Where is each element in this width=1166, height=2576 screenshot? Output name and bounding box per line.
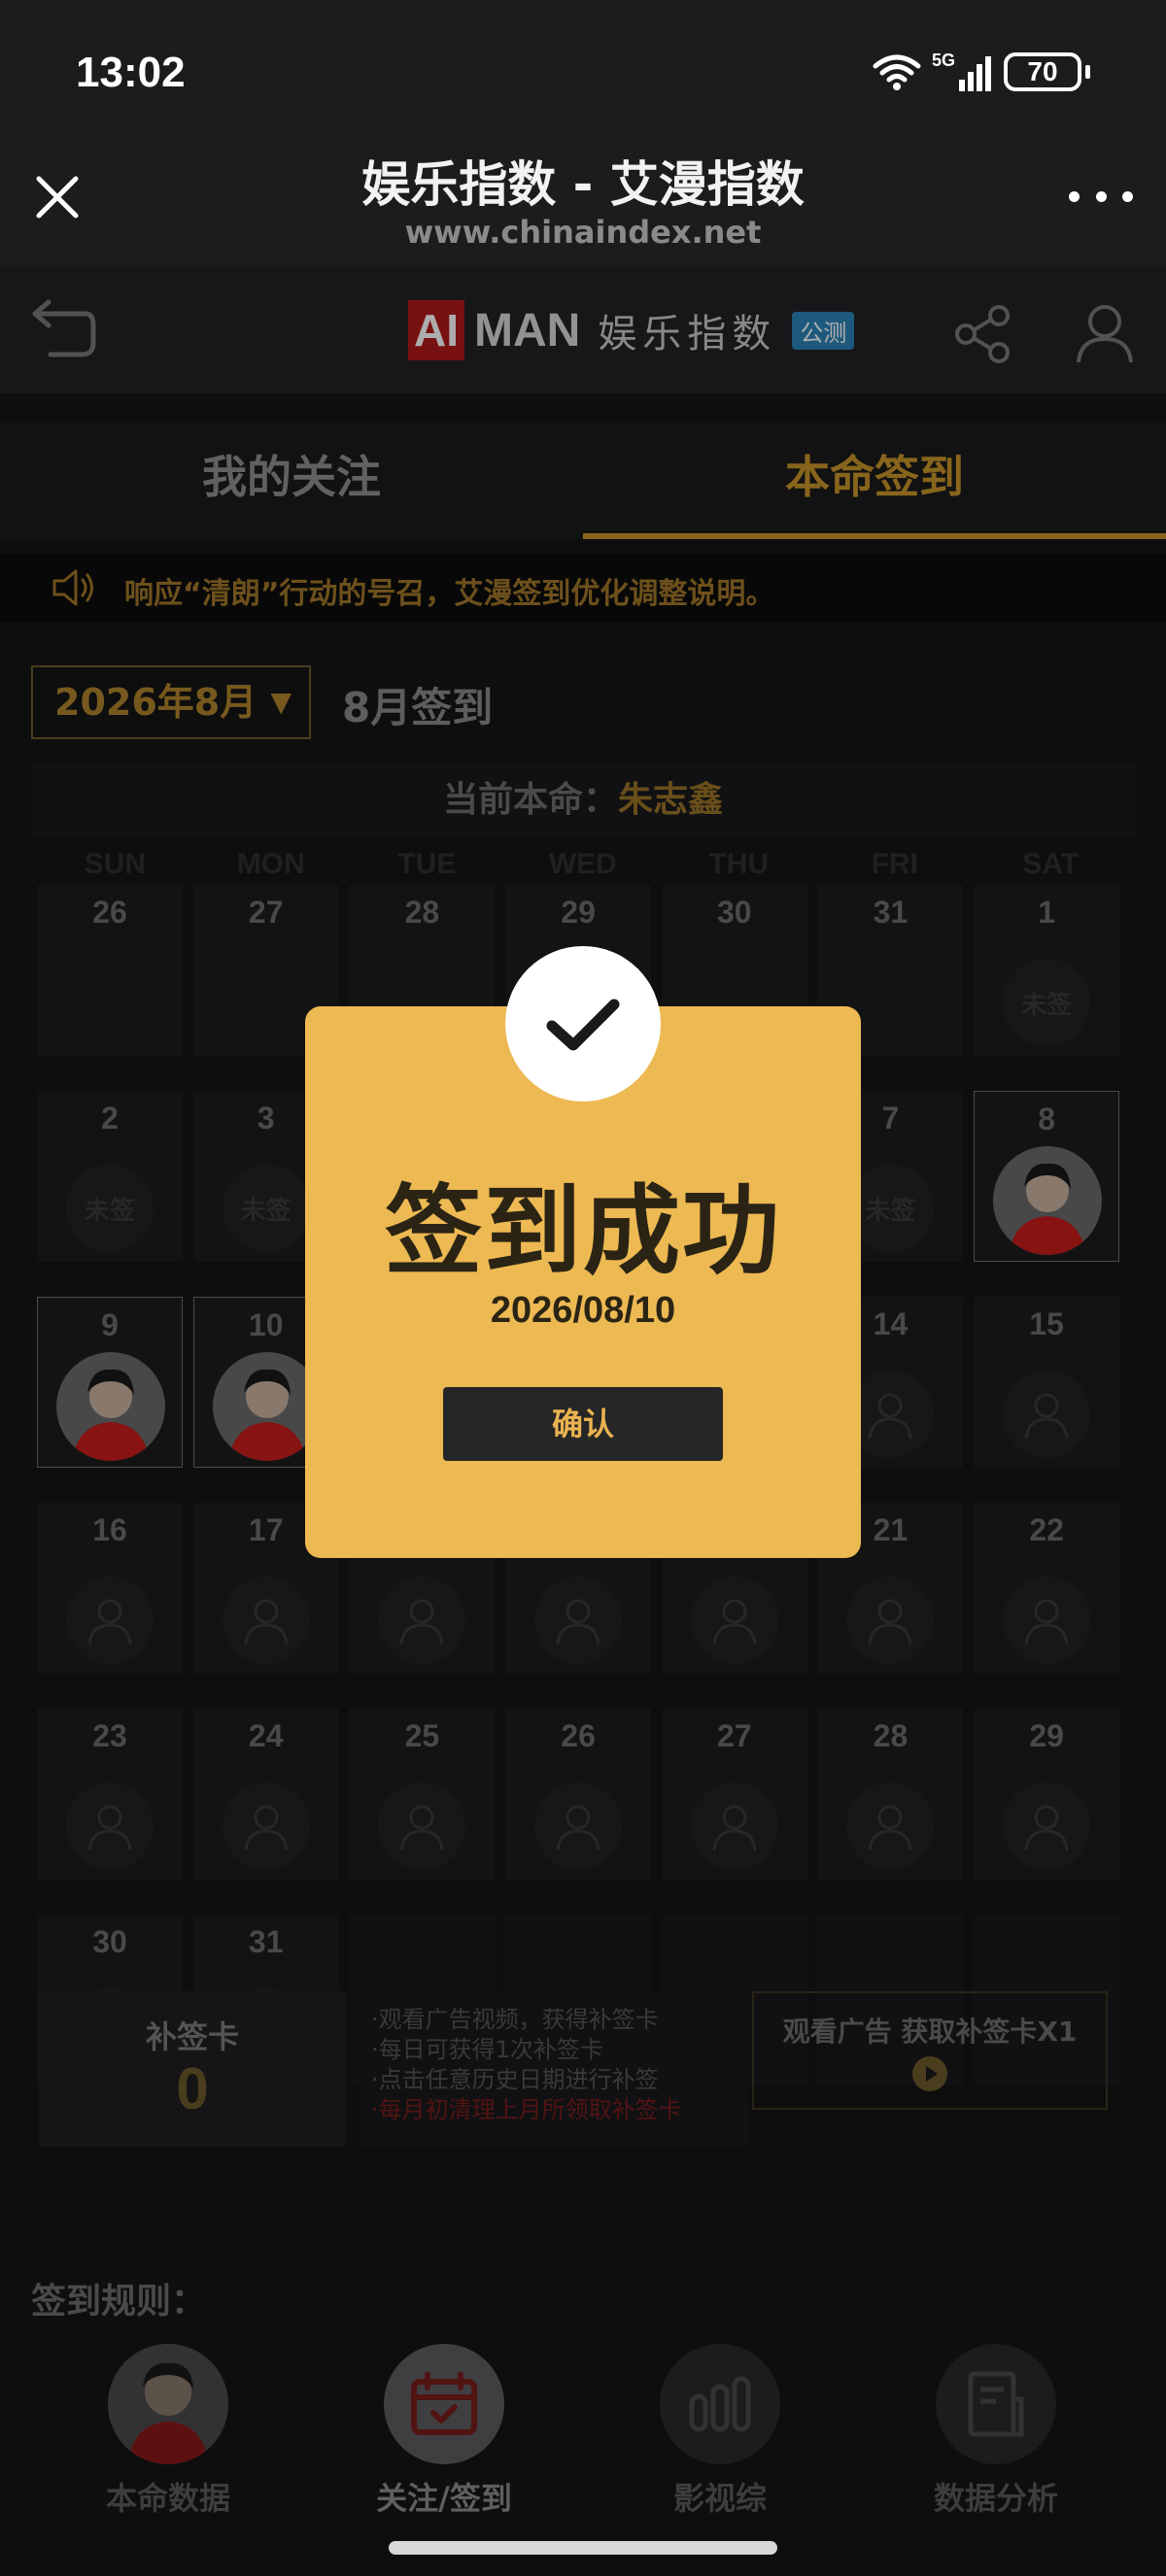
status-icons: 5G 70 [872,51,1090,93]
webview-title-bar: 娱乐指数 - 艾漫指数 www.chinaindex.net [0,126,1166,267]
signal-icon: 5G [932,51,991,91]
confirm-button[interactable]: 确认 [443,1387,723,1461]
more-dot [1069,190,1080,202]
status-bar: 13:02 5G 70 [0,0,1166,146]
wifi-icon [873,54,921,90]
checkmark-icon [546,999,620,1051]
status-time: 13:02 [76,49,186,96]
modal-title: 签到成功 [385,1174,781,1288]
check-circle [505,946,661,1102]
more-dot [1122,190,1133,202]
battery-cap [1085,65,1090,79]
more-options-button[interactable] [1069,185,1133,208]
network-label: 5G [932,51,955,70]
page-url: www.chinaindex.net [404,214,762,251]
modal-date: 2026/08/10 [490,1290,676,1331]
more-dot [1095,190,1107,202]
home-indicator [389,2541,777,2555]
checkin-success-dialog: 签到成功 2026/08/10 确认 [305,946,861,1558]
page-title: 娱乐指数 - 艾漫指数 [361,156,805,213]
battery-indicator: 70 [1004,52,1081,91]
